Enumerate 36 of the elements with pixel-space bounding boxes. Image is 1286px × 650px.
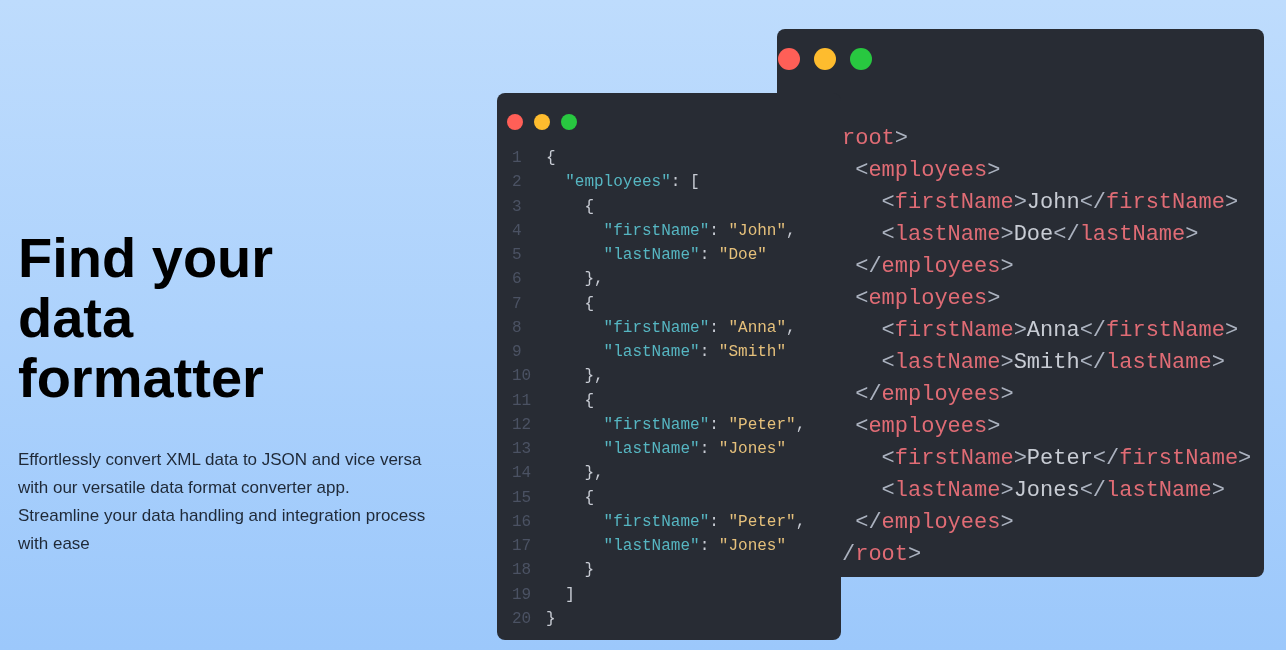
code-line: <lastName>Jones</lastName> <box>880 477 1226 505</box>
code-line: } <box>583 560 594 582</box>
hero-description: Effortlessly convert XML data to JSON and vice versa with our versatile data format converter app. Streamline your data handling and integration process with ease <box>18 449 427 555</box>
code-line: <firstName>John</firstName> <box>880 189 1240 217</box>
code-line: "firstName": "John", <box>602 220 796 242</box>
code-line: "firstName": "Peter", <box>602 414 806 436</box>
code-line: { <box>546 148 556 169</box>
code-line: }, <box>583 463 604 485</box>
code-line: { <box>583 196 594 218</box>
code-line: </employees> <box>854 509 1015 537</box>
code-line: { <box>583 390 594 412</box>
code-line: /root> <box>842 541 923 569</box>
code-line: "firstName": "Anna", <box>602 317 796 339</box>
code-line: { <box>583 487 594 509</box>
code-line: <lastName>Smith</lastName> <box>880 349 1226 377</box>
code-line: }, <box>583 269 604 291</box>
code-line: </employees> <box>854 381 1015 409</box>
code-line: "lastName": "Doe" <box>602 245 767 266</box>
code-line: </employees> <box>854 253 1015 281</box>
code-line: <employees> <box>854 157 1002 185</box>
code-line: }, <box>583 366 604 388</box>
code-line: "firstName": "Peter", <box>602 511 806 533</box>
code-line: "lastName": "Jones" <box>602 536 787 557</box>
code-line: ] <box>564 584 575 606</box>
code-line: <firstName>Peter</firstName> <box>880 445 1253 473</box>
code-line: <employees> <box>854 413 1002 441</box>
code-line: root> <box>842 125 909 153</box>
code-line: "employees": [ <box>564 172 700 194</box>
code-line: <firstName>Anna</firstName> <box>880 317 1240 345</box>
code-line: "lastName": "Smith" <box>602 342 787 363</box>
code-line: <employees> <box>854 285 1002 313</box>
code-line: "lastName": "Jones" <box>602 439 787 460</box>
code-line: } <box>546 608 556 630</box>
hero-heading: Find your data formatter <box>18 228 275 408</box>
code-line: { <box>583 293 594 315</box>
code-line: <lastName>Doe</lastName> <box>880 221 1200 249</box>
